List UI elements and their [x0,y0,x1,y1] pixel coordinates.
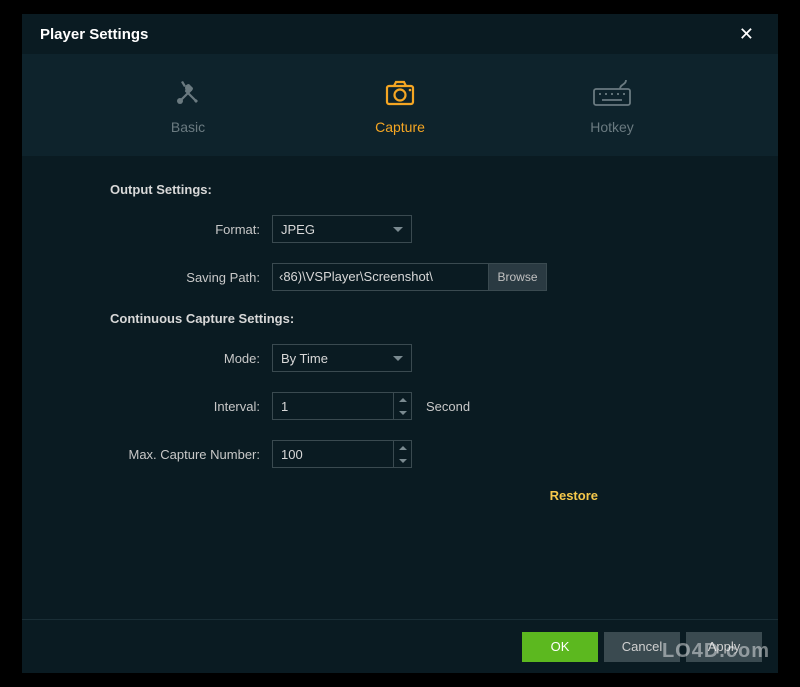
continuous-heading: Continuous Capture Settings: [110,311,728,326]
tabs: Basic Capture [22,54,778,156]
cancel-button[interactable]: Cancel [604,632,680,662]
row-format: Format: JPEG [72,215,728,243]
max-value: 100 [273,447,393,462]
ok-button[interactable]: OK [522,632,598,662]
tab-basic-label: Basic [171,119,205,135]
keyboard-icon [590,75,634,111]
tab-basic[interactable]: Basic [128,75,248,135]
max-up[interactable] [394,441,411,454]
tab-capture-label: Capture [375,119,425,135]
apply-button[interactable]: Apply [686,632,762,662]
chevron-down-icon [393,356,403,361]
max-label: Max. Capture Number: [72,447,272,462]
restore-link[interactable]: Restore [550,488,598,503]
wrench-icon [170,75,206,111]
footer: OK Cancel Apply [22,619,778,673]
row-mode: Mode: By Time [72,344,728,372]
interval-down[interactable] [394,406,411,419]
interval-spinner[interactable]: 1 [272,392,412,420]
content: Output Settings: Format: JPEG Saving Pat… [22,156,778,619]
path-input[interactable]: ‹86)\VSPlayer\Screenshot\ [272,263,489,291]
arrow-down-icon [399,459,407,463]
arrow-up-icon [399,398,407,402]
output-heading: Output Settings: [110,182,728,197]
browse-button[interactable]: Browse [489,263,547,291]
format-select[interactable]: JPEG [272,215,412,243]
format-label: Format: [72,222,272,237]
interval-unit: Second [426,399,470,414]
max-spinner[interactable]: 100 [272,440,412,468]
settings-window: Player Settings ✕ Basic [22,14,778,673]
camera-icon [382,75,418,111]
arrow-down-icon [399,411,407,415]
interval-up[interactable] [394,393,411,406]
window-title: Player Settings [40,26,148,43]
tab-hotkey-label: Hotkey [590,119,634,135]
row-interval: Interval: 1 Second [72,392,728,420]
row-path: Saving Path: ‹86)\VSPlayer\Screenshot\ B… [72,263,728,291]
path-label: Saving Path: [72,270,272,285]
mode-label: Mode: [72,351,272,366]
mode-value: By Time [281,351,328,366]
row-max: Max. Capture Number: 100 [72,440,728,468]
titlebar: Player Settings ✕ [22,14,778,54]
mode-select[interactable]: By Time [272,344,412,372]
tab-capture[interactable]: Capture [340,75,460,135]
tab-hotkey[interactable]: Hotkey [552,75,672,135]
interval-value: 1 [273,399,393,414]
arrow-up-icon [399,446,407,450]
max-down[interactable] [394,454,411,467]
chevron-down-icon [393,227,403,232]
interval-label: Interval: [72,399,272,414]
format-value: JPEG [281,222,315,237]
close-button[interactable]: ✕ [731,20,762,49]
